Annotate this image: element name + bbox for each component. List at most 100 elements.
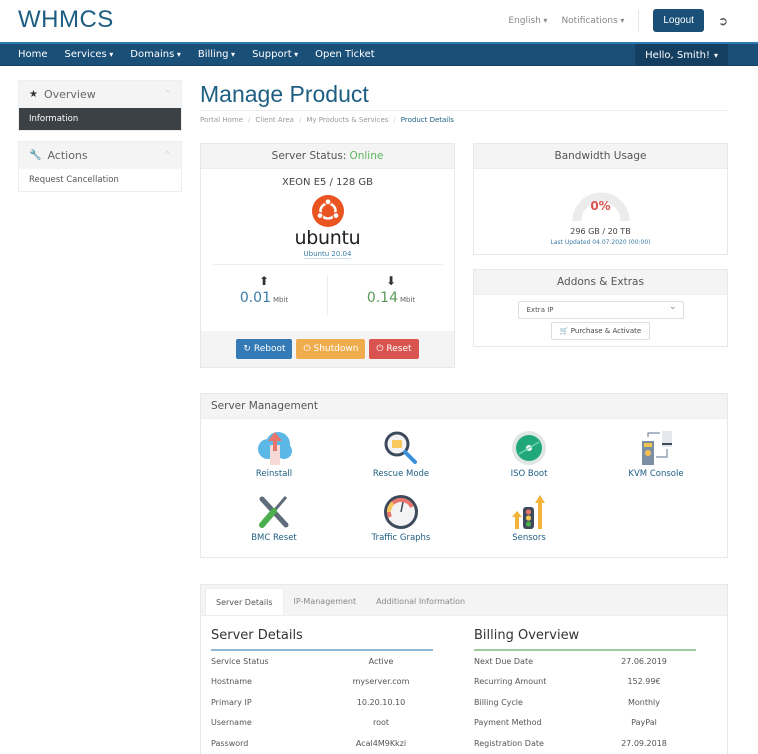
logo[interactable]: WHMCS	[18, 6, 114, 34]
mgmt-label: ISO Boot	[510, 469, 548, 479]
detail-key: Service Status	[211, 656, 269, 666]
sidebar-actions-header[interactable]: 🔧 Actions ⌃	[19, 142, 181, 169]
sidebar-item-information[interactable]: Information	[19, 108, 181, 130]
speedometer-icon	[384, 495, 418, 529]
detail-row: Service Status Active	[211, 651, 433, 672]
mgmt-label: BMC Reset	[251, 533, 297, 543]
sidebar-actions-panel: 🔧 Actions ⌃ Request Cancellation	[18, 141, 182, 192]
tab-additional-information[interactable]: Additional Information	[366, 588, 475, 615]
billing-row: Billing Cycle Monthly	[474, 692, 696, 713]
traffic-stats: ⬆ 0.01 Mbit ⬇ 0.14 Mbit	[201, 275, 454, 315]
breadcrumb-separator: /	[248, 116, 251, 124]
os-version-link[interactable]: Ubuntu 20.04	[303, 250, 352, 259]
notifications-dropdown[interactable]: Notifications	[561, 16, 624, 26]
billing-key: Next Due Date	[474, 656, 533, 666]
billing-row: Recurring Amount 152.99€	[474, 672, 696, 693]
nav-open-ticket[interactable]: Open Ticket	[315, 49, 374, 60]
sidebar-overview-header[interactable]: ★ Overview ⌃	[19, 81, 181, 108]
tools-icon	[259, 496, 289, 528]
details-tabs-panel: Server Details IP-Management Additional …	[200, 584, 728, 754]
cloud-upload-icon	[258, 432, 292, 465]
addons-header: Addons & Extras	[474, 270, 727, 295]
mgmt-sensors[interactable]: Sensors	[474, 493, 584, 543]
download-value: 0.14	[366, 290, 398, 306]
star-icon: ★	[29, 89, 38, 100]
chevron-up-icon[interactable]: ⌃	[164, 89, 171, 98]
upload-unit: Mbit	[272, 296, 289, 304]
top-header: WHMCS English Notifications Logout ➲	[0, 0, 758, 42]
server-management-header: Server Management	[201, 394, 727, 419]
main-navbar: Home Services Domains Billing Support Op…	[0, 42, 758, 66]
reset-button[interactable]: ⏻ Reset	[369, 339, 419, 359]
plug-icon: ⏻	[376, 344, 384, 354]
tab-ip-management[interactable]: IP-Management	[284, 588, 367, 615]
detail-row: Primary IP 10.20.10.10	[211, 692, 433, 713]
nav-services[interactable]: Services	[65, 49, 114, 60]
billing-value: 27.06.2019	[621, 656, 667, 666]
sidebar-overview-title: Overview	[43, 88, 96, 101]
breadcrumb-product-details: Product Details	[400, 116, 454, 124]
upload-icon: ⬆	[258, 274, 270, 288]
mgmt-kvm-console[interactable]: KVM Console	[601, 429, 711, 479]
billing-row: Next Due Date 27.06.2019	[474, 651, 696, 672]
server-status-value: Online	[349, 150, 384, 162]
billing-key: Recurring Amount	[474, 677, 547, 687]
language-dropdown[interactable]: English	[508, 16, 547, 26]
logout-button[interactable]: Logout	[653, 9, 704, 32]
server-details-title: Server Details	[211, 628, 433, 651]
nav-support[interactable]: Support	[252, 49, 298, 60]
billing-value: Monthly	[627, 697, 661, 707]
download-stat: ⬇ 0.14 Mbit	[328, 275, 454, 315]
bandwidth-percent: 0%	[590, 199, 611, 213]
addon-select[interactable]: Extra IP	[517, 299, 684, 319]
server-management-panel: Server Management Reinstall Rescue Mode	[200, 393, 728, 558]
nav-billing[interactable]: Billing	[198, 49, 235, 60]
upload-value: 0.01	[239, 290, 271, 306]
disc-icon	[512, 431, 546, 465]
sidebar-overview-panel: ★ Overview ⌃ Information	[18, 80, 182, 131]
kvm-icon	[642, 431, 672, 465]
billing-overview-title: Billing Overview	[474, 628, 696, 651]
breadcrumb: Portal Home / Client Area / My Products …	[200, 116, 454, 124]
nav-domains[interactable]: Domains	[130, 49, 181, 60]
bandwidth-gauge: 0%	[569, 177, 633, 225]
detail-value: Acal4M9Kkzi	[355, 738, 407, 748]
detail-value: Active	[368, 656, 394, 666]
billing-key: Registration Date	[474, 738, 544, 748]
billing-value: 27.09.2018	[621, 738, 667, 748]
tab-server-details[interactable]: Server Details	[205, 588, 284, 615]
sidebar-item-request-cancellation[interactable]: Request Cancellation	[19, 169, 181, 191]
mgmt-label: Reinstall	[255, 469, 293, 479]
sign-out-icon[interactable]: ➲	[718, 14, 728, 28]
traffic-light-icon	[512, 495, 545, 529]
server-actions: ↻ Reboot ⏻ Shutdown ⏻ Reset	[201, 331, 454, 367]
mgmt-rescue-mode[interactable]: Rescue Mode	[346, 429, 456, 479]
page-title: Manage Product	[200, 81, 369, 107]
refresh-icon: ↻	[243, 344, 251, 354]
mgmt-iso-boot[interactable]: ISO Boot	[474, 429, 584, 479]
mgmt-reinstall[interactable]: Reinstall	[219, 429, 329, 479]
shutdown-button[interactable]: ⏻ Shutdown	[296, 339, 366, 359]
mgmt-label: Rescue Mode	[372, 469, 430, 479]
nav-home[interactable]: Home	[18, 49, 48, 60]
os-version[interactable]: Ubuntu 20.04	[201, 250, 454, 259]
breadcrumb-portal-home[interactable]: Portal Home	[200, 116, 243, 124]
detail-row: Username root	[211, 713, 433, 734]
reset-label: Reset	[386, 344, 412, 354]
purchase-activate-button[interactable]: 🛒 Purchase & Activate	[550, 322, 651, 340]
mgmt-label: Traffic Graphs	[371, 533, 431, 543]
breadcrumb-client-area[interactable]: Client Area	[255, 116, 294, 124]
mgmt-label: Sensors	[512, 533, 546, 543]
title-divider	[200, 110, 728, 111]
billing-row: Payment Method PayPal	[474, 713, 696, 734]
breadcrumb-products[interactable]: My Products & Services	[306, 116, 388, 124]
reboot-button[interactable]: ↻ Reboot	[236, 339, 293, 359]
os-name: ubuntu	[294, 227, 361, 249]
ubuntu-logo-icon	[311, 195, 344, 227]
mgmt-bmc-reset[interactable]: BMC Reset	[219, 493, 329, 543]
mgmt-traffic-graphs[interactable]: Traffic Graphs	[346, 493, 456, 543]
user-menu[interactable]: Hello, Smith!	[635, 44, 728, 66]
divider	[638, 9, 640, 32]
magnifier-icon	[384, 431, 417, 464]
chevron-up-icon[interactable]: ⌃	[164, 150, 171, 159]
